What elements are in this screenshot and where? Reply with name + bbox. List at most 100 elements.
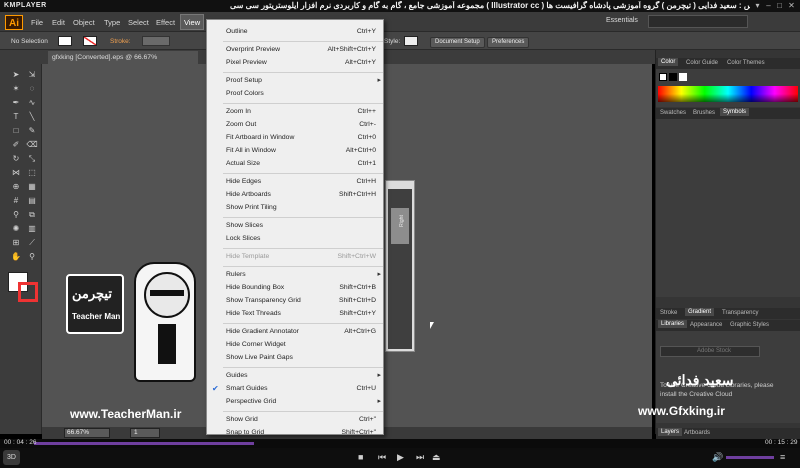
menu-edit[interactable]: Edit [52, 18, 65, 27]
tab-brushes[interactable]: Brushes [693, 110, 715, 116]
menu-object[interactable]: Object [73, 18, 95, 27]
menu-select[interactable]: Select [128, 18, 149, 27]
curvature-tool-icon[interactable]: ∿ [26, 98, 38, 108]
menu-item-snap-to-grid[interactable]: Snap to Grid Shift+Ctrl+" [207, 427, 385, 439]
gradient-tool-icon[interactable]: ▤ [26, 196, 38, 206]
direct-selection-tool-icon[interactable]: ⇲ [26, 70, 38, 80]
stop-icon[interactable]: ■ [358, 452, 363, 462]
stroke-swatch[interactable] [83, 36, 97, 46]
menu-item-guides[interactable]: Guides ▸ [207, 370, 385, 382]
stock-search-input[interactable] [648, 15, 748, 28]
playlist-icon[interactable]: ≡ [780, 452, 785, 462]
library-search-input[interactable]: Adobe Stock [660, 346, 760, 357]
menu-item-actual-size[interactable]: Actual Size Ctrl+1 [207, 158, 385, 170]
menu-item-hide-artboards[interactable]: Hide Artboards Shift+Ctrl+H [207, 189, 385, 201]
tab-symbols[interactable]: Symbols [720, 108, 750, 116]
eyedropper-tool-icon[interactable]: ⚲ [10, 210, 22, 220]
tab-artboards[interactable]: Artboards [684, 430, 710, 436]
slice-tool-icon[interactable]: ⟋ [26, 238, 38, 248]
tab-graphic-styles[interactable]: Graphic Styles [730, 322, 769, 328]
selection-tool-icon[interactable]: ➤ [10, 70, 22, 80]
menu-item-perspective-grid[interactable]: Perspective Grid ▸ [207, 396, 385, 408]
pen-tool-icon[interactable]: ✒ [10, 98, 22, 108]
mesh-tool-icon[interactable]: # [10, 196, 22, 206]
rectangle-tool-icon[interactable]: □ [10, 126, 22, 136]
rotate-tool-icon[interactable]: ↻ [10, 154, 22, 164]
tab-stroke[interactable]: Stroke [660, 310, 677, 316]
menu-item-proof-setup[interactable]: Proof Setup ▸ [207, 75, 385, 87]
menu-file[interactable]: File [31, 18, 43, 27]
menu-item-lock-slices[interactable]: Lock Slices [207, 233, 385, 245]
fill-swatch[interactable] [58, 36, 72, 46]
volume-icon[interactable]: 🔊 [712, 452, 723, 463]
line-tool-icon[interactable]: ╲ [26, 112, 38, 122]
stroke-color-box[interactable] [18, 282, 38, 302]
shape-builder-tool-icon[interactable]: ⊕ [10, 182, 22, 192]
menu-item-show-print-tiling[interactable]: Show Print Tiling [207, 202, 385, 214]
tab-gradient[interactable]: Gradient [685, 308, 715, 316]
menu-item-hide-gradient-annotator[interactable]: Hide Gradient Annotator Alt+Ctrl+G [207, 326, 385, 338]
tab-color-guide[interactable]: Color Guide [686, 60, 718, 66]
kmplayer-3d-icon[interactable]: 3D [3, 450, 20, 465]
artboard-number-field[interactable]: 1 [130, 428, 160, 438]
menu-item-show-transparency-grid[interactable]: Show Transparency Grid Shift+Ctrl+D [207, 295, 385, 307]
workspace-switcher[interactable]: Essentials [606, 17, 638, 24]
menu-item-outline[interactable]: Outline Ctrl+Y [207, 26, 385, 38]
menu-type[interactable]: Type [104, 18, 120, 27]
menu-item-fit-all-in-window[interactable]: Fit All in Window Alt+Ctrl+0 [207, 145, 385, 157]
tab-swatches[interactable]: Swatches [660, 110, 686, 116]
player-maximize-button[interactable]: □ [774, 1, 785, 11]
scale-tool-icon[interactable]: ⤡ [26, 154, 38, 164]
menu-item-proof-colors[interactable]: Proof Colors [207, 88, 385, 100]
next-icon[interactable]: ⏭ [416, 452, 424, 463]
artboard-tool-icon[interactable]: ⊞ [10, 238, 22, 248]
tab-transparency[interactable]: Transparency [722, 310, 758, 316]
tab-color-themes[interactable]: Color Themes [727, 60, 765, 66]
paintbrush-tool-icon[interactable]: ✎ [26, 126, 38, 136]
menu-item-rulers[interactable]: Rulers ▸ [207, 269, 385, 281]
menu-effect[interactable]: Effect [156, 18, 175, 27]
lasso-tool-icon[interactable]: ◌ [26, 84, 38, 94]
menu-item-show-live-paint-gaps[interactable]: Show Live Paint Gaps [207, 352, 385, 364]
menu-item-overprint-preview[interactable]: Overprint Preview Alt+Shift+Ctrl+Y [207, 44, 385, 56]
color-white-mini[interactable] [679, 73, 687, 81]
menu-item-pixel-preview[interactable]: Pixel Preview Alt+Ctrl+Y [207, 57, 385, 69]
menu-item-fit-artboard-in-window[interactable]: Fit Artboard in Window Ctrl+0 [207, 132, 385, 144]
magic-wand-tool-icon[interactable]: ✶ [10, 84, 22, 94]
style-swatch[interactable] [404, 36, 418, 46]
menu-item-smart-guides[interactable]: ✔ Smart Guides Ctrl+U [207, 383, 385, 395]
perspective-grid-tool-icon[interactable]: ▦ [26, 182, 38, 192]
symbol-sprayer-tool-icon[interactable]: ✺ [10, 224, 22, 234]
menu-item-hide-text-threads[interactable]: Hide Text Threads Shift+Ctrl+Y [207, 308, 385, 320]
menu-item-show-grid[interactable]: Show Grid Ctrl+" [207, 414, 385, 426]
free-transform-tool-icon[interactable]: ⬚ [26, 168, 38, 178]
tab-color[interactable]: Color [658, 58, 679, 66]
volume-slider[interactable] [726, 456, 774, 459]
play-icon[interactable]: ▶ [397, 452, 404, 463]
menu-item-show-slices[interactable]: Show Slices [207, 220, 385, 232]
menu-item-hide-corner-widget[interactable]: Hide Corner Widget [207, 339, 385, 351]
menu-item-zoom-out[interactable]: Zoom Out Ctrl+- [207, 119, 385, 131]
zoom-tool-icon[interactable]: ⚲ [26, 252, 38, 262]
color-fill-mini[interactable] [659, 73, 667, 81]
player-close-button[interactable]: ✕ [786, 1, 797, 11]
blend-tool-icon[interactable]: ⧉ [26, 210, 38, 220]
document-setup-button[interactable]: Document Setup [430, 37, 485, 48]
stroke-label[interactable]: Stroke: [110, 38, 131, 45]
document-tab[interactable]: gfxking [Converted].eps @ 66.67% (RGB/Pr… [48, 51, 198, 74]
stroke-weight-field[interactable] [142, 36, 170, 46]
type-tool-icon[interactable]: T [10, 112, 22, 122]
menu-view[interactable]: View [184, 18, 200, 27]
player-minimize-button[interactable]: – [763, 1, 774, 11]
preferences-button[interactable]: Preferences [487, 37, 530, 48]
color-black-mini[interactable] [669, 73, 677, 81]
menu-item-hide-bounding-box[interactable]: Hide Bounding Box Shift+Ctrl+B [207, 282, 385, 294]
hand-tool-icon[interactable]: ✋ [10, 252, 22, 262]
menu-item-hide-edges[interactable]: Hide Edges Ctrl+H [207, 176, 385, 188]
column-graph-tool-icon[interactable]: ▥ [26, 224, 38, 234]
tab-layers[interactable]: Layers [658, 428, 683, 436]
previous-icon[interactable]: ⏮ [378, 452, 386, 463]
tab-libraries[interactable]: Libraries [658, 320, 688, 328]
eraser-tool-icon[interactable]: ⌫ [26, 140, 38, 150]
player-menu-button[interactable]: ▾ [752, 1, 763, 11]
